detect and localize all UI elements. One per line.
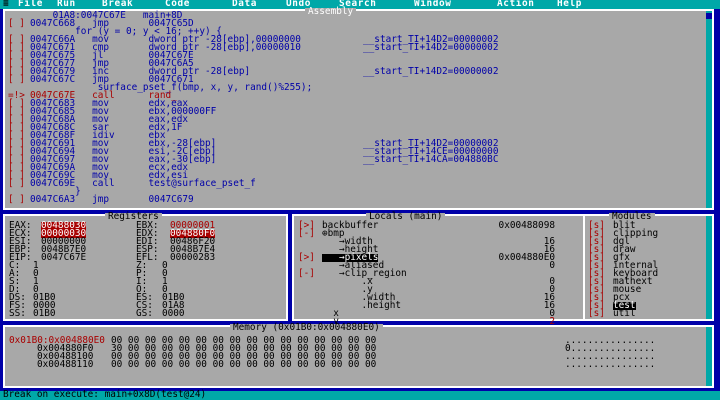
modules-panel[interactable]: Modules [s] blit [s] clipping [s] dgl [s] draw[…: [583, 212, 714, 321]
local-value: 0: [549, 260, 555, 271]
menu-action[interactable]: Action: [497, 0, 534, 8]
scroll-thumb[interactable]: [706, 13, 712, 19]
assembly-scrollbar[interactable]: [706, 11, 712, 208]
register-name: SS:: [9, 308, 26, 319]
menu-file[interactable]: File: [18, 0, 43, 8]
register-name: GS:: [136, 308, 153, 319]
registers-panel[interactable]: Registers EAX: 00488030 EBX: 00000001 ECX: 00…: [3, 212, 288, 321]
register-value[interactable]: 01B0: [33, 309, 56, 318]
memory-scrollbar[interactable]: [706, 327, 712, 386]
breakpoint-marker[interactable]: [ ]: [8, 19, 30, 28]
memory-panel[interactable]: Memory (0x01B0:0x004880E0) 0x01B0:0x0048…: [3, 323, 714, 388]
register-value[interactable]: 0047C67E: [41, 253, 86, 262]
memory-address: 0x00488110: [37, 359, 94, 370]
status-bar: Break on execute: main+0x8D(test@24): [0, 389, 720, 400]
memory-ascii: ................: [565, 359, 656, 370]
asm-text: 0047C6A3 jmp 0047C679: [30, 194, 194, 205]
register-value[interactable]: 00000283: [170, 253, 215, 262]
breakpoint-marker[interactable]: [ ]: [8, 195, 30, 204]
expand-marker[interactable]: [-]: [298, 229, 315, 238]
status-text: Break on execute: main+0x8D(test@24): [3, 389, 207, 400]
module-marker[interactable]: [s]: [588, 309, 605, 318]
memory-title: Memory (0x01B0:0x004880E0): [230, 323, 383, 332]
local-value: 0x004880E0: [498, 252, 555, 263]
module-name[interactable]: util: [613, 309, 636, 318]
breakpoint-marker[interactable]: [ ]: [8, 179, 30, 188]
expand-marker[interactable]: [-]: [298, 269, 315, 278]
modules-scrollbar[interactable]: [706, 216, 712, 319]
menu-run[interactable]: Run: [57, 0, 76, 8]
menu-bar: ≡ File Run Break Code Data Undo Search W…: [0, 0, 720, 9]
register-value[interactable]: 0000: [162, 309, 185, 318]
menu-break[interactable]: Break: [102, 0, 133, 8]
menu-code[interactable]: Code: [165, 0, 190, 8]
menu-help[interactable]: Help: [557, 0, 582, 8]
expand-marker[interactable]: [>]: [298, 253, 315, 262]
assembly-window[interactable]: Assembly 01A8:0047C67E main+8D[ ] 0047C66…: [3, 7, 714, 210]
system-menu-icon[interactable]: ≡: [3, 0, 9, 8]
breakpoint-marker[interactable]: [ ]: [8, 75, 30, 84]
menu-data[interactable]: Data: [232, 0, 257, 8]
assembly-title: Assembly: [305, 7, 357, 16]
memory-hex[interactable]: 00 00 00 00 00 00 00 00 00 00 00 00 00 0…: [111, 360, 376, 369]
asm-line[interactable]: [ ] 0047C6A3 jmp 0047C679: [8, 194, 194, 205]
locals-panel[interactable]: Locals (main) [>] backbuffer 0x00488098 [-]…: [292, 212, 595, 326]
local-value: 0x00488098: [498, 220, 555, 231]
menu-window[interactable]: Window: [414, 0, 451, 8]
